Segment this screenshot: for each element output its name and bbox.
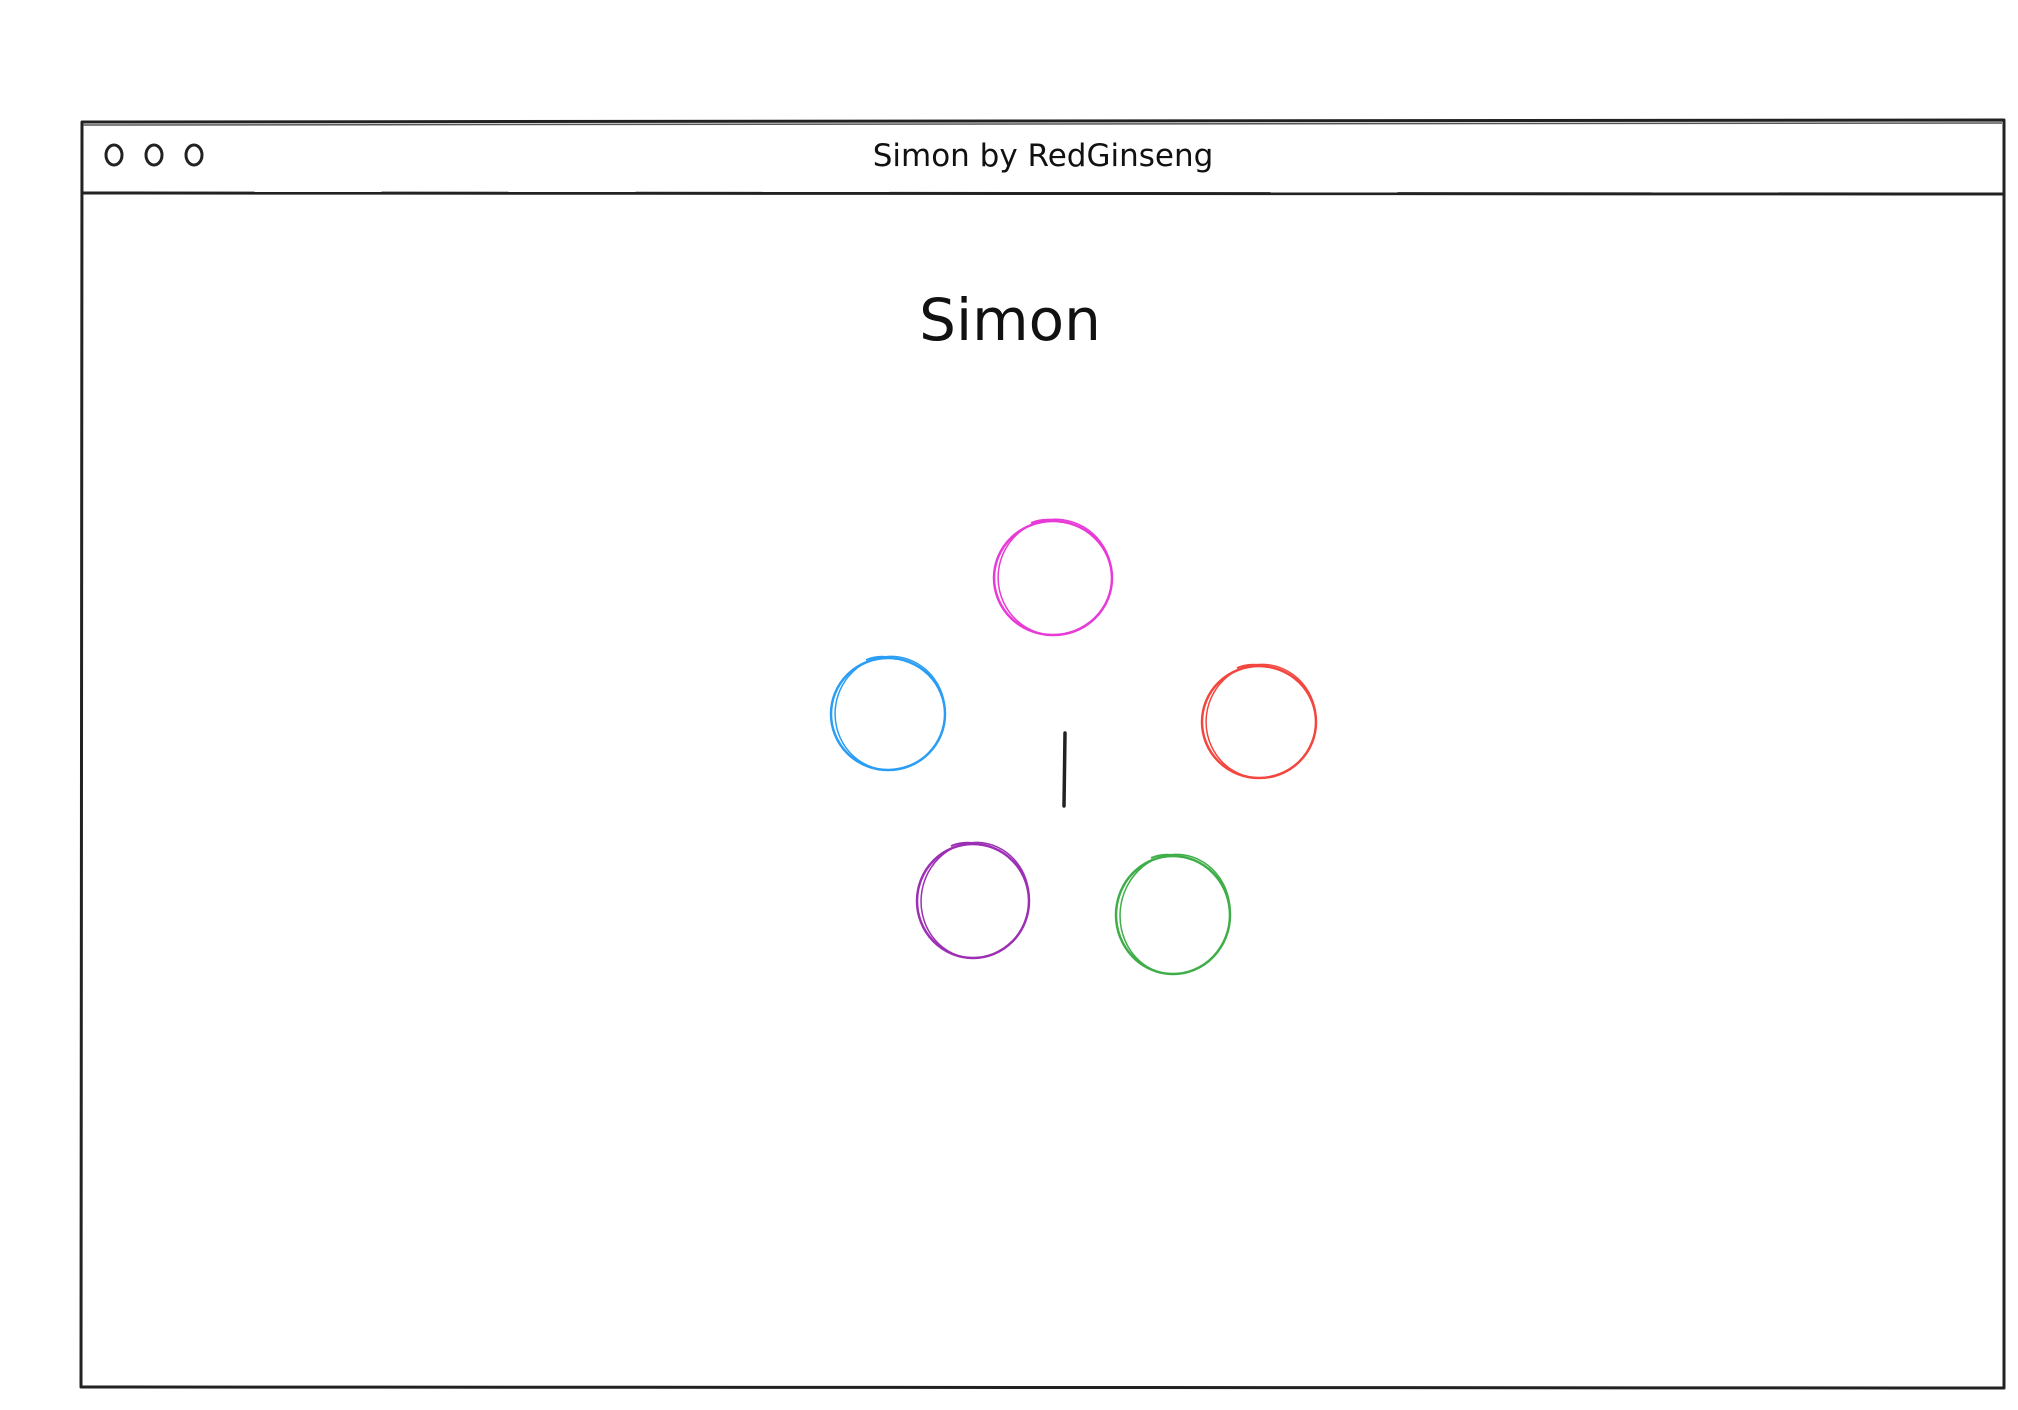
window-title: Simon by RedGinseng (873, 138, 1214, 174)
simon-button-purple[interactable] (914, 835, 1037, 965)
simon-button-green[interactable] (1112, 847, 1238, 981)
simon-button-red[interactable] (1199, 657, 1324, 785)
center-mark (1062, 731, 1067, 808)
simon-buttons (828, 512, 1324, 981)
wireframe-canvas: Simon by RedGinseng Simon (0, 0, 2018, 1410)
simon-button-blue-outline[interactable] (829, 656, 947, 772)
simon-button-pink[interactable] (991, 512, 1120, 643)
window-dot-icon[interactable] (144, 143, 164, 167)
simon-button-blue[interactable] (828, 649, 953, 777)
window-controls[interactable] (104, 143, 204, 167)
window-border-sketch (82, 122, 2003, 126)
window-dot-icon[interactable] (184, 143, 204, 167)
wireframe-svg: Simon by RedGinseng Simon (79, 118, 2006, 1390)
simon-button-pink-outline[interactable] (992, 519, 1114, 637)
window-dot-icon[interactable] (104, 143, 124, 167)
page-heading: Simon (919, 286, 1101, 354)
simon-button-red-outline[interactable] (1200, 664, 1318, 780)
title-bar-divider (82, 191, 2004, 196)
